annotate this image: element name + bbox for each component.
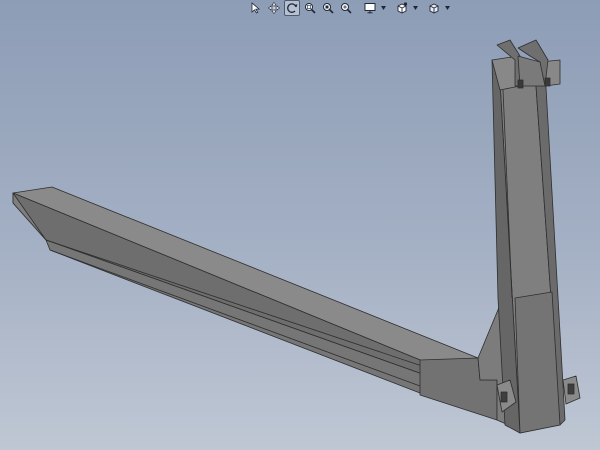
hide-show-items-icon (429, 3, 439, 14)
bottom-hook-right-slot (567, 383, 575, 395)
view-orientation-icon (397, 2, 408, 14)
select-button[interactable] (248, 0, 264, 16)
zoom-in-out-button[interactable] (338, 0, 354, 16)
zoom-to-fit-icon (305, 3, 316, 14)
chevron-down-icon (444, 6, 450, 10)
rotate-view-button[interactable] (284, 0, 300, 16)
zoom-in-out-icon (341, 3, 352, 14)
view-toolbar (248, 0, 450, 16)
zoom-to-fit-button[interactable] (302, 0, 318, 16)
view-orientation-button[interactable] (394, 0, 410, 16)
shank-lower-plate (514, 291, 561, 434)
blade-front-face (12, 192, 426, 376)
pan-button[interactable] (266, 0, 282, 16)
zoom-to-area-icon (323, 3, 334, 14)
chevron-down-icon (380, 6, 386, 10)
display-style-icon (364, 3, 376, 14)
top-hook-notch-left (517, 79, 524, 89)
rotate-view-icon (287, 3, 298, 13)
select-arrow-icon (251, 2, 261, 14)
hide-show-items-button[interactable] (426, 0, 442, 16)
pan-icon (268, 2, 280, 14)
blade-bevel-edge (45, 239, 426, 368)
hide-show-items-dropdown[interactable] (444, 0, 450, 16)
fork-arm-model[interactable] (12, 39, 581, 434)
top-hook-notch-right (544, 77, 551, 87)
3d-viewport[interactable] (0, 0, 600, 450)
zoom-to-area-button[interactable] (320, 0, 336, 16)
blade-top-face (12, 186, 479, 363)
chevron-down-icon (412, 6, 418, 10)
bottom-hook-left-slot (500, 391, 508, 403)
display-style-dropdown[interactable] (380, 0, 386, 16)
view-orientation-dropdown[interactable] (412, 0, 418, 16)
display-style-button[interactable] (362, 0, 378, 16)
